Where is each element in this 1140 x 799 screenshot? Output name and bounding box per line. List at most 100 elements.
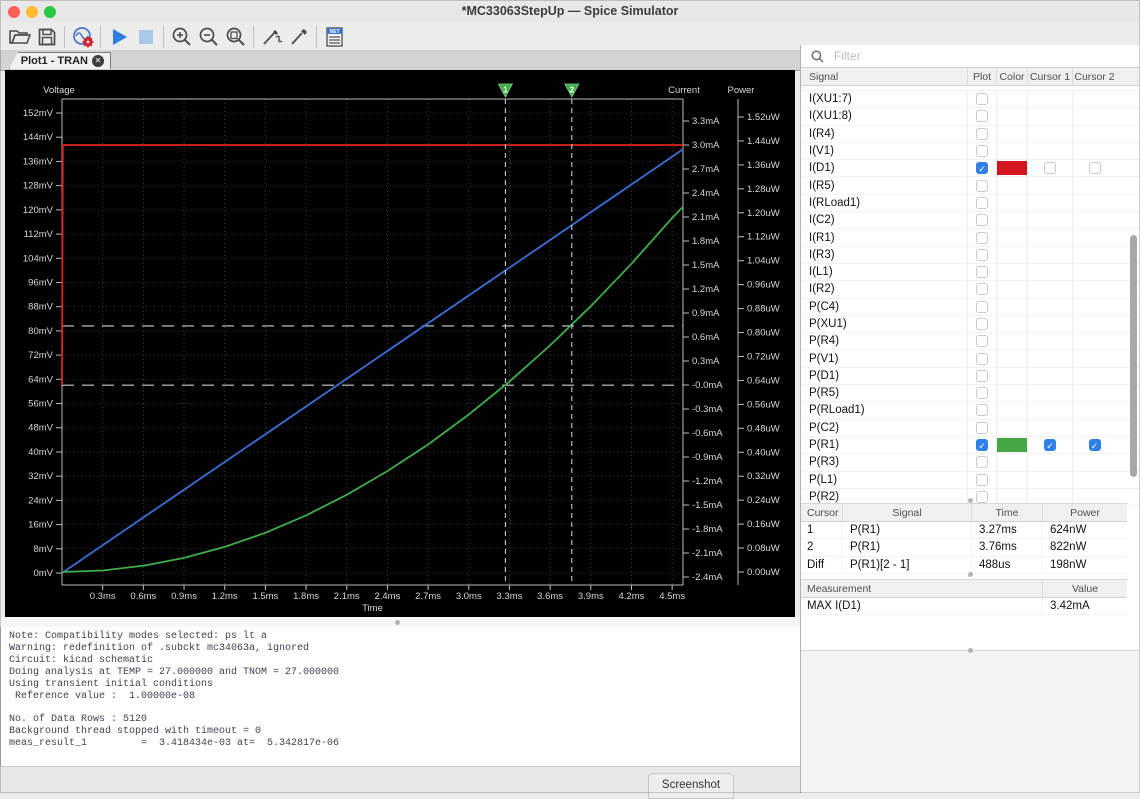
probe-button[interactable] [258, 24, 285, 49]
tick-label: 144mV [23, 132, 54, 143]
color-swatch[interactable] [997, 161, 1027, 175]
signal-row[interactable]: P(D1) [801, 368, 1140, 385]
cursor2-checkbox[interactable] [1089, 162, 1101, 174]
plot-checkbox[interactable] [976, 387, 988, 399]
plot-checkbox[interactable] [976, 214, 988, 226]
signal-row[interactable]: P(R5) [801, 385, 1140, 402]
cursor1-cell [1027, 402, 1072, 418]
cursor-power: 624nW [1042, 522, 1127, 538]
open-workbook-button[interactable] [6, 24, 33, 49]
signal-row[interactable]: P(RLoad1) [801, 402, 1140, 419]
plot-checkbox[interactable] [976, 197, 988, 209]
signal-row[interactable]: I(XU1:7) [801, 91, 1140, 108]
zoom-fit-button[interactable] [222, 24, 249, 49]
filter-input[interactable] [832, 48, 1076, 64]
signal-row[interactable]: P(R4) [801, 333, 1140, 350]
cursor2-cell [1072, 437, 1116, 453]
signal-row[interactable]: P(C2) [801, 420, 1140, 437]
plot-checkbox[interactable] [976, 145, 988, 157]
signal-row[interactable]: I(D1) [801, 160, 1140, 177]
plot-checkbox[interactable] [976, 474, 988, 486]
signal-row[interactable]: I(XU1:8) [801, 108, 1140, 125]
tick-label: 0.3ms [90, 591, 116, 602]
tran-plot-svg[interactable]: 152mV144mV136mV128mV120mV112mV104mV96mV8… [5, 70, 795, 617]
tab-close-icon[interactable]: ✕ [92, 55, 104, 67]
plot-checkbox[interactable] [976, 456, 988, 468]
signal-row[interactable]: I(L1) [801, 264, 1140, 281]
signal-row[interactable]: P(XU1) [801, 316, 1140, 333]
signal-row[interactable]: P(L1) [801, 472, 1140, 489]
signal-row[interactable]: I(V1) [801, 143, 1140, 160]
search-icon [811, 50, 824, 63]
plot-checkbox[interactable] [976, 128, 988, 140]
signal-row[interactable]: I(R5) [801, 177, 1140, 194]
zoom-in-icon [171, 26, 192, 47]
plot-checkbox[interactable] [976, 353, 988, 365]
cursor-row-2[interactable]: 2 P(R1) 3.76ms 822nW [801, 539, 1127, 556]
signal-row[interactable]: I(R3) [801, 247, 1140, 264]
stop-simulation-button[interactable] [132, 24, 159, 49]
plot-checkbox[interactable] [976, 232, 988, 244]
plot-checkbox[interactable] [976, 404, 988, 416]
screenshot-button[interactable]: Screenshot [648, 773, 734, 799]
plot-checkbox[interactable] [976, 93, 988, 105]
signal-row[interactable]: I(C2) [801, 212, 1140, 229]
plot-checkbox[interactable] [976, 180, 988, 192]
plot-panel[interactable]: 152mV144mV136mV128mV120mV112mV104mV96mV8… [5, 70, 795, 617]
tune-button[interactable] [285, 24, 312, 49]
signal-list-scrollbar-thumb[interactable] [1130, 235, 1137, 477]
play-icon [109, 27, 129, 47]
plot-checkbox[interactable] [976, 422, 988, 434]
zoom-in-button[interactable] [168, 24, 195, 49]
cursor1-checkbox[interactable] [1044, 162, 1056, 174]
plot-cell [967, 437, 996, 453]
zoom-out-button[interactable] [195, 24, 222, 49]
signal-row[interactable]: P(R3) [801, 454, 1140, 471]
cursor-row-1[interactable]: 1 P(R1) 3.27ms 624nW [801, 522, 1127, 539]
cursor-row-diff[interactable]: Diff P(R1)[2 - 1] 488us 198nW [801, 557, 1127, 574]
tick-label: -1.5mA [692, 500, 723, 511]
plot-checkbox[interactable] [976, 491, 988, 503]
signal-label: I(R1) [801, 229, 967, 245]
plot-checkbox[interactable] [976, 266, 988, 278]
splitter-handle[interactable] [395, 620, 400, 625]
sim-settings-button[interactable] [69, 24, 96, 49]
signal-row[interactable]: I(RLoad1) [801, 195, 1140, 212]
plot-checkbox[interactable] [976, 162, 988, 174]
tick-label: 0.00uW [747, 567, 780, 578]
plot-checkbox[interactable] [976, 110, 988, 122]
signal-row[interactable]: I(R4) [801, 126, 1140, 143]
splitter-handle[interactable] [968, 572, 973, 577]
cursor2-checkbox[interactable] [1089, 439, 1101, 451]
signal-row[interactable]: I(R1) [801, 229, 1140, 246]
save-workbook-button[interactable] [33, 24, 60, 49]
tick-label: 88mV [28, 302, 53, 313]
color-cell [996, 420, 1027, 436]
plot-console-splitter[interactable] [0, 617, 800, 627]
tab-plot1-tran[interactable]: Plot1 - TRAN ✕ [9, 52, 111, 69]
signal-row[interactable]: P(R1) [801, 437, 1140, 454]
tick-label: 1.2mA [692, 284, 720, 295]
plot-checkbox[interactable] [976, 318, 988, 330]
plot-checkbox[interactable] [976, 249, 988, 261]
plot-checkbox[interactable] [976, 283, 988, 295]
tick-label: 0.88uW [747, 304, 780, 315]
plot-checkbox[interactable] [976, 301, 988, 313]
series-P(R1) [62, 207, 683, 572]
show-netlist-button[interactable]: NET [321, 24, 348, 49]
cursor-id: 1 [801, 522, 842, 538]
plot-checkbox[interactable] [976, 370, 988, 382]
run-simulation-button[interactable] [105, 24, 132, 49]
color-swatch[interactable] [997, 438, 1027, 452]
plot-checkbox[interactable] [976, 335, 988, 347]
simulation-console[interactable]: Note: Compatibility modes selected: ps l… [0, 627, 800, 766]
color-cell [996, 143, 1027, 159]
measurement-row[interactable]: MAX I(D1) 3.42mA [801, 598, 1127, 615]
signal-row[interactable]: P(V1) [801, 350, 1140, 367]
signal-row[interactable]: I(R2) [801, 281, 1140, 298]
signal-row[interactable]: P(C4) [801, 299, 1140, 316]
plot-cell [967, 454, 996, 470]
splitter-handle[interactable] [968, 648, 973, 653]
cursor1-checkbox[interactable] [1044, 439, 1056, 451]
plot-checkbox[interactable] [976, 439, 988, 451]
